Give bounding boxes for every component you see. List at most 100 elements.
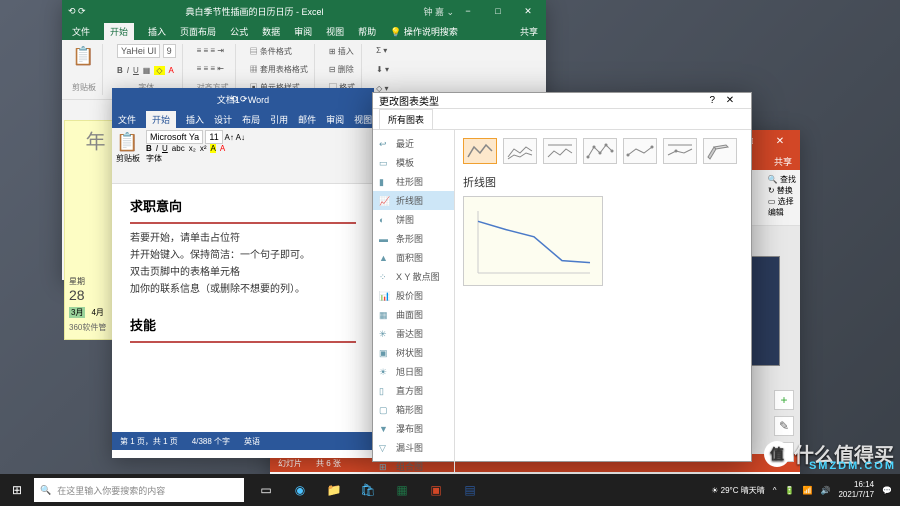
dialog-titlebar[interactable]: 更改图表类型 ? ✕ [373,93,751,109]
chart-category-15[interactable]: ▼瀑布图 [373,419,454,438]
close-icon[interactable]: ✕ [715,95,745,106]
font-color-button[interactable]: A [169,66,174,75]
month-3[interactable]: 3月 [69,307,85,318]
page-indicator[interactable]: 第 1 页，共 1 页 [120,436,178,447]
chart-category-9[interactable]: ▦曲面图 [373,305,454,324]
tab-insert[interactable]: 插入 [148,25,166,38]
strike-button[interactable]: abc [172,144,185,153]
task-view-icon[interactable]: ▭ [250,476,282,504]
chart-category-6[interactable]: ▲面积图 [373,248,454,267]
maximize-icon[interactable]: □ [484,6,512,17]
font-name-select[interactable]: YaHei UI [117,44,160,58]
tab-file[interactable]: 文件 [72,25,90,38]
tab-home[interactable]: 开始 [146,111,176,128]
word-titlebar[interactable]: ⟲ ⟳ 文档1 - Word [112,88,374,110]
subtype-line-markers[interactable] [583,138,617,164]
chart-category-1[interactable]: ▭模板 [373,153,454,172]
font-name-select[interactable]: Microsoft Ya [146,130,203,144]
border-button[interactable]: ▦ [143,66,151,75]
tab-formula[interactable]: 公式 [230,25,248,38]
tab-data[interactable]: 数据 [262,25,280,38]
tab-all-charts[interactable]: 所有图表 [379,109,433,129]
replace-button[interactable]: ↻ 替换 [768,185,796,196]
tab-home[interactable]: 开始 [104,23,134,40]
language[interactable]: 英语 [244,436,260,447]
subtype-100pct-markers[interactable] [663,138,697,164]
word-icon[interactable]: ▤ [454,476,486,504]
underline-button[interactable]: U [162,144,168,153]
excel-icon[interactable]: ▦ [386,476,418,504]
chart-category-16[interactable]: ▽漏斗图 [373,438,454,457]
subtype-line[interactable] [463,138,497,164]
volume-icon[interactable]: 🔊 [820,486,830,495]
month-4[interactable]: 4月 [91,307,103,318]
chart-category-13[interactable]: ▯直方图 [373,381,454,400]
subtype-100pct-line[interactable] [543,138,577,164]
italic-button[interactable]: I [156,144,158,153]
chart-preview[interactable] [463,196,603,286]
chart-category-8[interactable]: 📊股价图 [373,286,454,305]
chart-category-3[interactable]: 📈折线图 [373,191,454,210]
battery-icon[interactable]: 🔋 [785,486,795,495]
powerpoint-icon[interactable]: ▣ [420,476,452,504]
share-button[interactable]: 共享 [774,155,800,168]
cond-format-button[interactable]: ▤ 条件格式 [250,46,308,57]
notifications-icon[interactable]: 💬 [882,486,892,495]
tab-view[interactable]: 视图 [326,25,344,38]
tab-insert[interactable]: 插入 [186,113,204,126]
tab-mail[interactable]: 邮件 [298,113,316,126]
bold-button[interactable]: B [146,144,152,153]
word-count[interactable]: 4/388 个字 [192,436,230,447]
search-hint[interactable]: 💡 操作说明搜索 [390,25,458,38]
underline-button[interactable]: U [133,66,139,75]
tab-file[interactable]: 文件 [118,113,136,126]
tab-view[interactable]: 视图 [354,113,372,126]
share-button[interactable]: 共享 [520,25,546,38]
font-color-button[interactable]: A [220,144,225,153]
subtype-stacked-markers[interactable] [623,138,657,164]
tab-ref[interactable]: 引用 [270,113,288,126]
delete-button[interactable]: ⊟ 删除 [329,64,355,75]
insert-button[interactable]: ⊞ 插入 [329,46,355,57]
fill-button[interactable]: ⬇ ▾ [376,65,389,74]
wifi-icon[interactable]: 📶 [803,486,813,495]
weather-widget[interactable]: ☀ 29°C 晴天晴 [711,485,765,496]
minimize-icon[interactable]: − [454,6,482,17]
fill-color-button[interactable]: ◇ [154,66,164,75]
highlight-button[interactable]: A [210,144,215,153]
chart-category-7[interactable]: ⁘X Y 散点图 [373,267,454,286]
tray-up-icon[interactable]: ^ [773,486,777,495]
subtype-stacked-line[interactable] [503,138,537,164]
chart-category-10[interactable]: ✳雷达图 [373,324,454,343]
tab-review[interactable]: 审阅 [326,113,344,126]
font-size-select[interactable]: 11 [205,130,222,144]
close-icon[interactable]: ✕ [766,136,794,147]
chart-category-14[interactable]: ▢箱形图 [373,400,454,419]
subtype-3d-line[interactable] [703,138,737,164]
brush-icon[interactable]: ✎ [774,416,794,436]
tab-design[interactable]: 设计 [214,113,232,126]
tab-review[interactable]: 审阅 [294,25,312,38]
sum-button[interactable]: Σ ▾ [376,46,389,55]
chart-category-4[interactable]: ◐饼图 [373,210,454,229]
chart-category-2[interactable]: ▮柱形图 [373,172,454,191]
zoom-in-button[interactable]: + [774,390,794,410]
chart-category-11[interactable]: ▣树状图 [373,343,454,362]
chart-category-5[interactable]: ▬条形图 [373,229,454,248]
clock[interactable]: 16:14 2021/7/17 [838,480,874,499]
find-button[interactable]: 🔍 查找 [768,174,796,185]
document-body[interactable]: 求职意向 若要开始，请单击占位符 并开始键入。保持简洁：一个句子即可。 双击页脚… [112,184,374,432]
chart-category-12[interactable]: ☀旭日图 [373,362,454,381]
start-button[interactable]: ⊞ [0,483,34,497]
close-icon[interactable]: ✕ [514,6,542,17]
store-icon[interactable]: 🛍 [352,476,384,504]
bold-button[interactable]: B [117,66,123,75]
tab-help[interactable]: 帮助 [358,25,376,38]
chart-category-0[interactable]: ↩最近 [373,134,454,153]
edge-icon[interactable]: ◉ [284,476,316,504]
table-format-button[interactable]: ▦ 套用表格格式 [250,64,308,75]
tab-layout[interactable]: 页面布局 [180,25,216,38]
tab-layout[interactable]: 布局 [242,113,260,126]
search-box[interactable]: 🔍 在这里输入你要搜索的内容 [34,478,244,502]
excel-titlebar[interactable]: ⟲ ⟳ 典白季节性插画的日历日历 - Excel 钟 嘉 ⌄ − □ ✕ [62,0,546,22]
